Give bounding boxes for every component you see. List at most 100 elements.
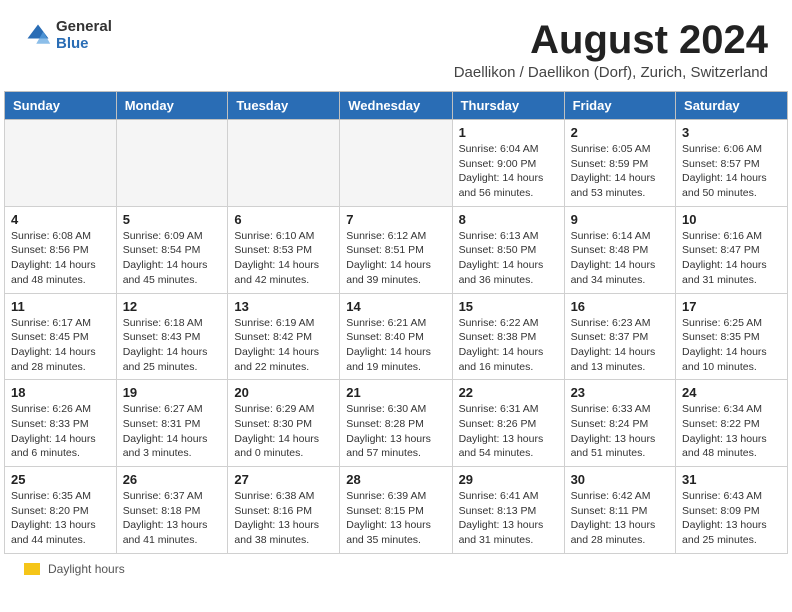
day-cell bbox=[116, 120, 228, 207]
day-number: 25 bbox=[11, 472, 110, 487]
day-cell: 17Sunrise: 6:25 AMSunset: 8:35 PMDayligh… bbox=[676, 293, 788, 380]
col-header-sunday: Sunday bbox=[5, 92, 117, 120]
week-row-4: 18Sunrise: 6:26 AMSunset: 8:33 PMDayligh… bbox=[5, 380, 788, 467]
calendar-wrapper: SundayMondayTuesdayWednesdayThursdayFrid… bbox=[0, 91, 792, 554]
day-number: 29 bbox=[459, 472, 558, 487]
day-cell bbox=[340, 120, 452, 207]
day-cell: 15 Sunrise: 6:22 AMSunset: 8:38 PMDayligh… bbox=[452, 293, 564, 380]
day-cell: 19 Sunrise: 6:27 AMSunset: 8:31 PMDayligh… bbox=[116, 380, 228, 467]
day-info: Sunrise: 6:17 AMSunset: 8:45 PMDaylight:… bbox=[11, 316, 110, 375]
day-cell: 4 Sunrise: 6:08 AMSunset: 8:56 PMDaylight… bbox=[5, 206, 117, 293]
day-number: 3 bbox=[682, 125, 781, 140]
day-info: Sunrise: 6:21 AMSunset: 8:40 PMDaylight:… bbox=[346, 316, 445, 375]
day-number: 20 bbox=[234, 385, 333, 400]
day-number: 15 bbox=[459, 299, 558, 314]
day-info: Sunrise: 6:04 AMSunset: 9:00 PMDaylight:… bbox=[459, 142, 558, 201]
day-cell: 9Sunrise: 6:14 AMSunset: 8:48 PMDaylight… bbox=[564, 206, 675, 293]
day-cell: 7Sunrise: 6:12 AMSunset: 8:51 PMDaylight… bbox=[340, 206, 452, 293]
day-cell: 13Sunrise: 6:19 AMSunset: 8:42 PMDayligh… bbox=[228, 293, 340, 380]
day-info: Sunrise: 6:08 AMSunset: 8:56 PMDaylight:… bbox=[11, 229, 110, 288]
day-number: 17 bbox=[682, 299, 781, 314]
day-info: Sunrise: 6:16 AMSunset: 8:47 PMDaylight:… bbox=[682, 229, 781, 288]
week-row-1: 1 Sunrise: 6:04 AMSunset: 9:00 PMDaylight… bbox=[5, 120, 788, 207]
day-cell: 14 Sunrise: 6:21 AMSunset: 8:40 PMDayligh… bbox=[340, 293, 452, 380]
calendar-table: SundayMondayTuesdayWednesdayThursdayFrid… bbox=[4, 91, 788, 554]
col-header-saturday: Saturday bbox=[676, 92, 788, 120]
calendar-body: 1 Sunrise: 6:04 AMSunset: 9:00 PMDaylight… bbox=[5, 120, 788, 554]
day-info: Sunrise: 6:37 AMSunset: 8:18 PMDaylight:… bbox=[123, 489, 222, 548]
day-cell: 3Sunrise: 6:06 AMSunset: 8:57 PMDaylight… bbox=[676, 120, 788, 207]
day-info: Sunrise: 6:14 AMSunset: 8:48 PMDaylight:… bbox=[571, 229, 669, 288]
day-cell: 21 Sunrise: 6:30 AMSunset: 8:28 PMDayligh… bbox=[340, 380, 452, 467]
week-row-2: 4 Sunrise: 6:08 AMSunset: 8:56 PMDaylight… bbox=[5, 206, 788, 293]
day-cell: 2Sunrise: 6:05 AMSunset: 8:59 PMDaylight… bbox=[564, 120, 675, 207]
day-number: 12 bbox=[123, 299, 222, 314]
daylight-label: Daylight hours bbox=[48, 562, 125, 576]
day-number: 8 bbox=[459, 212, 558, 227]
logo-general: General bbox=[56, 18, 112, 35]
day-info: Sunrise: 6:42 AMSunset: 8:11 PMDaylight:… bbox=[571, 489, 669, 548]
header-row: SundayMondayTuesdayWednesdayThursdayFrid… bbox=[5, 92, 788, 120]
day-number: 5 bbox=[123, 212, 222, 227]
logo-blue: Blue bbox=[56, 35, 112, 52]
day-cell: 8 Sunrise: 6:13 AMSunset: 8:50 PMDaylight… bbox=[452, 206, 564, 293]
day-info: Sunrise: 6:12 AMSunset: 8:51 PMDaylight:… bbox=[346, 229, 445, 288]
day-cell: 27Sunrise: 6:38 AMSunset: 8:16 PMDayligh… bbox=[228, 467, 340, 554]
day-number: 11 bbox=[11, 299, 110, 314]
col-header-monday: Monday bbox=[116, 92, 228, 120]
day-cell: 22 Sunrise: 6:31 AMSunset: 8:26 PMDayligh… bbox=[452, 380, 564, 467]
day-cell bbox=[5, 120, 117, 207]
col-header-tuesday: Tuesday bbox=[228, 92, 340, 120]
day-number: 6 bbox=[234, 212, 333, 227]
logo: General Blue bbox=[24, 18, 112, 52]
day-info: Sunrise: 6:31 AMSunset: 8:26 PMDaylight:… bbox=[459, 402, 558, 461]
day-cell: 1 Sunrise: 6:04 AMSunset: 9:00 PMDaylight… bbox=[452, 120, 564, 207]
day-info: Sunrise: 6:10 AMSunset: 8:53 PMDaylight:… bbox=[234, 229, 333, 288]
day-number: 4 bbox=[11, 212, 110, 227]
day-cell: 29 Sunrise: 6:41 AMSunset: 8:13 PMDayligh… bbox=[452, 467, 564, 554]
day-info: Sunrise: 6:18 AMSunset: 8:43 PMDaylight:… bbox=[123, 316, 222, 375]
day-cell: 25Sunrise: 6:35 AMSunset: 8:20 PMDayligh… bbox=[5, 467, 117, 554]
col-header-thursday: Thursday bbox=[452, 92, 564, 120]
day-info: Sunrise: 6:30 AMSunset: 8:28 PMDaylight:… bbox=[346, 402, 445, 461]
day-info: Sunrise: 6:22 AMSunset: 8:38 PMDaylight:… bbox=[459, 316, 558, 375]
day-cell: 26Sunrise: 6:37 AMSunset: 8:18 PMDayligh… bbox=[116, 467, 228, 554]
day-info: Sunrise: 6:13 AMSunset: 8:50 PMDaylight:… bbox=[459, 229, 558, 288]
day-number: 14 bbox=[346, 299, 445, 314]
day-info: Sunrise: 6:33 AMSunset: 8:24 PMDaylight:… bbox=[571, 402, 669, 461]
logo-text: General Blue bbox=[56, 18, 112, 52]
day-number: 31 bbox=[682, 472, 781, 487]
day-cell: 31 Sunrise: 6:43 AMSunset: 8:09 PMDayligh… bbox=[676, 467, 788, 554]
page-header: General Blue August 2024 Daellikon / Dae… bbox=[0, 0, 792, 91]
day-info: Sunrise: 6:09 AMSunset: 8:54 PMDaylight:… bbox=[123, 229, 222, 288]
day-number: 24 bbox=[682, 385, 781, 400]
day-info: Sunrise: 6:26 AMSunset: 8:33 PMDaylight:… bbox=[11, 402, 110, 461]
day-number: 1 bbox=[459, 125, 558, 140]
day-number: 21 bbox=[346, 385, 445, 400]
week-row-5: 25Sunrise: 6:35 AMSunset: 8:20 PMDayligh… bbox=[5, 467, 788, 554]
day-cell: 23Sunrise: 6:33 AMSunset: 8:24 PMDayligh… bbox=[564, 380, 675, 467]
day-info: Sunrise: 6:43 AMSunset: 8:09 PMDaylight:… bbox=[682, 489, 781, 548]
day-number: 28 bbox=[346, 472, 445, 487]
footer: Daylight hours bbox=[0, 554, 792, 584]
title-block: August 2024 Daellikon / Daellikon (Dorf)… bbox=[454, 18, 768, 81]
logo-icon bbox=[24, 21, 52, 49]
col-header-wednesday: Wednesday bbox=[340, 92, 452, 120]
day-info: Sunrise: 6:23 AMSunset: 8:37 PMDaylight:… bbox=[571, 316, 669, 375]
col-header-friday: Friday bbox=[564, 92, 675, 120]
month-title: August 2024 bbox=[454, 18, 768, 62]
week-row-3: 11 Sunrise: 6:17 AMSunset: 8:45 PMDayligh… bbox=[5, 293, 788, 380]
subtitle: Daellikon / Daellikon (Dorf), Zurich, Sw… bbox=[454, 64, 768, 81]
day-info: Sunrise: 6:27 AMSunset: 8:31 PMDaylight:… bbox=[123, 402, 222, 461]
day-number: 19 bbox=[123, 385, 222, 400]
day-info: Sunrise: 6:41 AMSunset: 8:13 PMDaylight:… bbox=[459, 489, 558, 548]
day-cell: 16 Sunrise: 6:23 AMSunset: 8:37 PMDayligh… bbox=[564, 293, 675, 380]
day-number: 13 bbox=[234, 299, 333, 314]
day-number: 16 bbox=[571, 299, 669, 314]
day-cell: 5 Sunrise: 6:09 AMSunset: 8:54 PMDaylight… bbox=[116, 206, 228, 293]
day-number: 10 bbox=[682, 212, 781, 227]
day-cell: 12 Sunrise: 6:18 AMSunset: 8:43 PMDayligh… bbox=[116, 293, 228, 380]
day-info: Sunrise: 6:34 AMSunset: 8:22 PMDaylight:… bbox=[682, 402, 781, 461]
day-number: 22 bbox=[459, 385, 558, 400]
day-info: Sunrise: 6:38 AMSunset: 8:16 PMDaylight:… bbox=[234, 489, 333, 548]
